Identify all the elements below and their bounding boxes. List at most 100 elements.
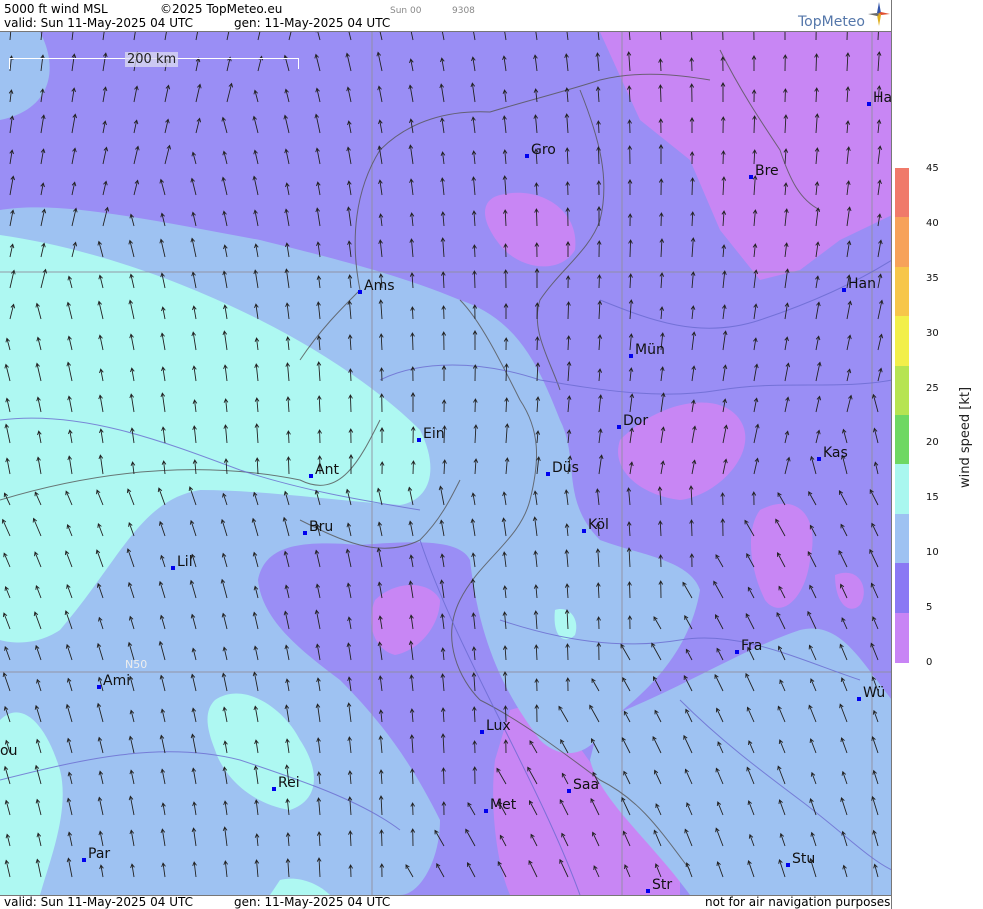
compass-icon	[868, 2, 890, 26]
city-label: Ein	[423, 426, 445, 442]
city-bre: Bre	[749, 163, 779, 179]
legend-swatch	[895, 513, 909, 565]
city-dot	[749, 175, 753, 179]
city-label: Ams	[364, 278, 395, 294]
city-wu: Wü	[857, 685, 886, 701]
city-dor: Dor	[617, 413, 649, 429]
gen-time: gen: 11-May-2025 04 UTC	[234, 16, 391, 30]
footer-valid-time: valid: Sun 11-May-2025 04 UTC	[4, 895, 193, 909]
logo-text: TopMeteo	[798, 14, 865, 30]
city-dot	[817, 457, 821, 461]
legend-swatch	[895, 415, 909, 466]
run-code: 9308	[452, 6, 475, 16]
city-kol: Köl	[582, 517, 609, 533]
city-label: Ha	[873, 90, 892, 106]
city-label: Lux	[486, 718, 511, 734]
city-label: Mün	[635, 342, 665, 358]
city-label: Fra	[741, 638, 763, 654]
city-label: Saa	[573, 777, 600, 793]
city-label: Rei	[278, 775, 300, 791]
city-dot	[867, 102, 871, 106]
legend-swatch	[895, 168, 909, 219]
city-dot	[786, 863, 790, 867]
footer-note: not for air navigation purposes	[705, 895, 891, 909]
legend-swatch	[895, 464, 909, 515]
legend-swatch	[895, 217, 909, 268]
city-label: Gro	[531, 142, 556, 158]
legend-tick-label: 15	[926, 492, 939, 504]
city-dot	[546, 472, 550, 476]
city-label: Str	[652, 877, 673, 893]
city-dus: Düs	[546, 460, 579, 476]
city-label: Ami	[103, 673, 131, 689]
map-right-border	[891, 0, 892, 909]
city-dot	[842, 288, 846, 292]
legend-swatch	[895, 316, 909, 367]
city-dot	[646, 889, 650, 893]
city-label: Wü	[863, 685, 886, 701]
legend-title: wind speed [kt]	[958, 386, 973, 488]
legend-tick-label: 45	[926, 163, 939, 174]
legend-tick-label: 20	[926, 437, 939, 449]
city-dot	[582, 529, 586, 533]
city-label: Lil	[177, 554, 193, 570]
legend-tick-label: 40	[926, 217, 939, 229]
legend-swatch	[895, 612, 909, 663]
map-top-border	[0, 31, 892, 32]
legend-swatch	[895, 365, 909, 416]
latitude-label: N50	[125, 658, 148, 671]
city-dot	[358, 290, 362, 294]
legend-tick-label: 25	[926, 382, 939, 394]
valid-time: valid: Sun 11-May-2025 04 UTC	[4, 16, 193, 30]
city-ou: ou	[0, 743, 17, 759]
city-dot	[309, 474, 313, 478]
city-saa: Saa	[567, 777, 600, 793]
city-ams: Ams	[358, 278, 395, 294]
city-dot	[82, 858, 86, 862]
legend-tick-label: 35	[926, 272, 939, 284]
city-label: Han	[848, 276, 876, 292]
city-label: Düs	[552, 460, 579, 476]
city-str: Str	[646, 877, 673, 893]
city-rei: Rei	[272, 775, 300, 791]
legend-tick-label: 30	[926, 327, 939, 339]
city-dot	[417, 438, 421, 442]
city-label: Met	[490, 797, 517, 813]
city-lux: Lux	[480, 718, 511, 734]
wind-speed-legend	[895, 168, 909, 663]
city-dot	[525, 154, 529, 158]
city-label: ou	[0, 743, 18, 759]
legend-tick-label: 10	[926, 547, 939, 559]
city-ant: Ant	[309, 462, 339, 478]
city-label: Köl	[588, 517, 609, 533]
city-ha: Ha	[867, 90, 892, 106]
run-label: Sun 00	[390, 6, 422, 16]
city-dot	[272, 787, 276, 791]
city-mun: Mün	[629, 342, 665, 358]
city-met: Met	[484, 797, 517, 813]
city-label: Bre	[755, 163, 779, 179]
footer-gen-time: gen: 11-May-2025 04 UTC	[234, 895, 391, 909]
city-dot	[484, 809, 488, 813]
city-ami: Ami	[97, 673, 131, 689]
legend-swatch	[895, 563, 909, 614]
city-label: Ant	[315, 462, 339, 478]
wind-map: 200 km N50 Ha Gro Bre Ams Han Mün Ein Do…	[0, 32, 892, 895]
legend-tick-label: 5	[926, 602, 933, 614]
city-dot	[567, 789, 571, 793]
city-dot	[303, 531, 307, 535]
legend-tick-label: 0	[926, 657, 933, 668]
legend-swatch	[895, 266, 909, 318]
city-label: Stu	[792, 851, 816, 867]
city-dot	[97, 685, 101, 689]
city-label: Kas	[823, 445, 848, 461]
city-kas: Kas	[817, 445, 848, 461]
copyright: ©2025 TopMeteo.eu	[160, 2, 283, 16]
city-han: Han	[842, 276, 876, 292]
wind-field	[0, 32, 892, 895]
city-gro: Gro	[525, 142, 556, 158]
city-label: Bru	[309, 519, 334, 535]
city-label: Dor	[623, 413, 649, 429]
city-dot	[171, 566, 175, 570]
city-par: Par	[82, 846, 110, 862]
